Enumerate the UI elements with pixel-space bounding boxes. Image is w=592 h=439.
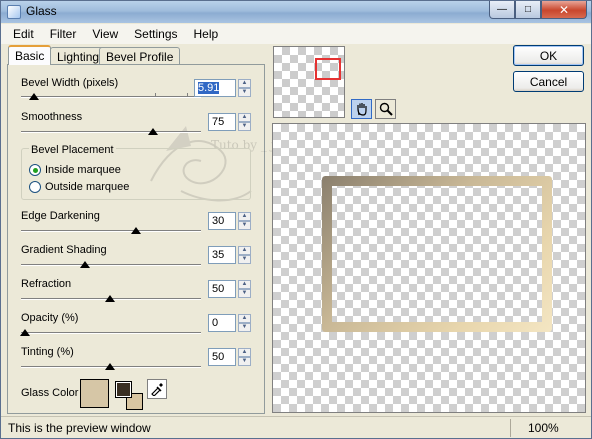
tinting-spinner[interactable]: ▲ ▼ [238, 348, 251, 366]
tab-bevel-profile[interactable]: Bevel Profile [99, 47, 181, 65]
spin-down-icon[interactable]: ▼ [238, 289, 251, 298]
gradient-shading-slider[interactable] [21, 261, 201, 268]
edge-darkening-slider[interactable] [21, 227, 201, 234]
slider-tick [155, 93, 156, 97]
gradient-shading-thumb[interactable] [79, 261, 90, 268]
zoom-level: 100% [528, 421, 559, 435]
smoothness-slider[interactable] [21, 128, 201, 135]
glass-dialog: Glass — □ ✕ Edit Filter View Settings He… [0, 0, 592, 439]
tab-basic[interactable]: Basic [8, 45, 52, 65]
preview-window[interactable] [272, 123, 586, 413]
spin-down-icon[interactable]: ▼ [238, 255, 251, 264]
close-button[interactable]: ✕ [541, 1, 587, 19]
tinting-label: Tinting (%) [21, 346, 74, 358]
bevel-width-spinner[interactable]: ▲ ▼ [238, 79, 251, 97]
eyedropper-icon [151, 383, 163, 396]
eyedropper-button[interactable] [147, 379, 167, 399]
opacity-input[interactable]: 0 [208, 314, 236, 332]
opacity-label: Opacity (%) [21, 312, 79, 324]
menu-edit[interactable]: Edit [5, 27, 42, 41]
foreground-color-swatch[interactable] [115, 381, 132, 398]
spin-up-icon[interactable]: ▲ [238, 280, 251, 289]
bevel-width-value: 5.91 [198, 82, 220, 94]
radio-outside-marquee[interactable]: Outside marquee [29, 181, 129, 193]
smoothness-thumb[interactable] [147, 128, 158, 135]
glass-color-swatch[interactable] [80, 379, 109, 408]
spin-up-icon[interactable]: ▲ [238, 348, 251, 357]
ok-button[interactable]: OK [513, 45, 584, 66]
smoothness-spinner[interactable]: ▲ ▼ [238, 113, 251, 131]
navigator-thumbnail[interactable] [273, 46, 345, 118]
tinting-slider[interactable] [21, 363, 201, 370]
opacity-thumb[interactable] [20, 329, 30, 336]
smoothness-input[interactable]: 75 [208, 113, 236, 131]
spin-up-icon[interactable]: ▲ [238, 79, 251, 88]
opacity-slider[interactable] [20, 329, 201, 336]
spin-up-icon[interactable]: ▲ [238, 113, 251, 122]
refraction-slider[interactable] [21, 295, 201, 302]
opacity-spinner[interactable]: ▲ ▼ [238, 314, 251, 332]
glass-frame-preview [322, 176, 552, 332]
refraction-input[interactable]: 50 [208, 280, 236, 298]
radio-button[interactable] [29, 181, 41, 193]
bevel-width-input[interactable]: 5.91 [194, 79, 236, 97]
radio-label: Inside marquee [45, 164, 121, 176]
spin-down-icon[interactable]: ▼ [238, 122, 251, 131]
app-icon [7, 5, 21, 19]
spin-up-icon[interactable]: ▲ [238, 246, 251, 255]
spin-down-icon[interactable]: ▼ [238, 88, 251, 97]
spin-down-icon[interactable]: ▼ [238, 323, 251, 332]
refraction-spinner[interactable]: ▲ ▼ [238, 280, 251, 298]
menu-bar: Edit Filter View Settings Help [1, 24, 591, 44]
menu-help[interactable]: Help [186, 27, 227, 41]
bevel-width-label: Bevel Width (pixels) [21, 77, 119, 89]
bevel-width-thumb[interactable] [28, 93, 39, 100]
edge-darkening-input[interactable]: 30 [208, 212, 236, 230]
pan-hand-icon [356, 103, 367, 116]
menu-view[interactable]: View [84, 27, 126, 41]
smoothness-label: Smoothness [21, 111, 83, 123]
window-title: Glass [26, 4, 57, 18]
edge-darkening-label: Edge Darkening [21, 210, 100, 222]
slider-tick [187, 93, 188, 97]
menu-filter[interactable]: Filter [42, 27, 85, 41]
navigator-viewport-box[interactable] [315, 58, 341, 80]
radio-label: Outside marquee [45, 181, 130, 193]
cancel-button[interactable]: Cancel [513, 71, 584, 92]
gradient-shading-spinner[interactable]: ▲ ▼ [238, 246, 251, 264]
status-divider [510, 419, 511, 437]
status-text: This is the preview window [8, 421, 151, 435]
bevel-placement-title: Bevel Placement [29, 144, 116, 156]
radio-inside-marquee[interactable]: Inside marquee [29, 164, 121, 176]
status-bar: This is the preview window 100% [1, 416, 591, 438]
menu-settings[interactable]: Settings [126, 27, 185, 41]
refraction-thumb[interactable] [105, 295, 115, 302]
minimize-button[interactable]: — [489, 1, 515, 19]
spin-down-icon[interactable]: ▼ [238, 357, 251, 366]
edge-darkening-thumb[interactable] [130, 227, 141, 234]
gradient-shading-label: Gradient Shading [21, 244, 107, 256]
radio-button[interactable] [29, 164, 41, 176]
refraction-label: Refraction [21, 278, 72, 290]
glass-color-label: Glass Color [21, 387, 79, 399]
pan-tool-button[interactable] [351, 99, 372, 119]
tinting-input[interactable]: 50 [208, 348, 236, 366]
maximize-button[interactable]: □ [515, 1, 541, 19]
spin-up-icon[interactable]: ▲ [238, 212, 251, 221]
title-bar[interactable]: Glass — □ ✕ [1, 1, 591, 23]
spin-down-icon[interactable]: ▼ [238, 221, 251, 230]
bevel-width-slider[interactable] [21, 93, 201, 100]
tab-lighting[interactable]: Lighting [50, 47, 107, 65]
magnifier-icon [379, 102, 393, 116]
zoom-tool-button[interactable] [375, 99, 396, 119]
gradient-shading-input[interactable]: 35 [208, 246, 236, 264]
spin-up-icon[interactable]: ▲ [238, 314, 251, 323]
tinting-thumb[interactable] [105, 363, 115, 370]
edge-darkening-spinner[interactable]: ▲ ▼ [238, 212, 251, 230]
